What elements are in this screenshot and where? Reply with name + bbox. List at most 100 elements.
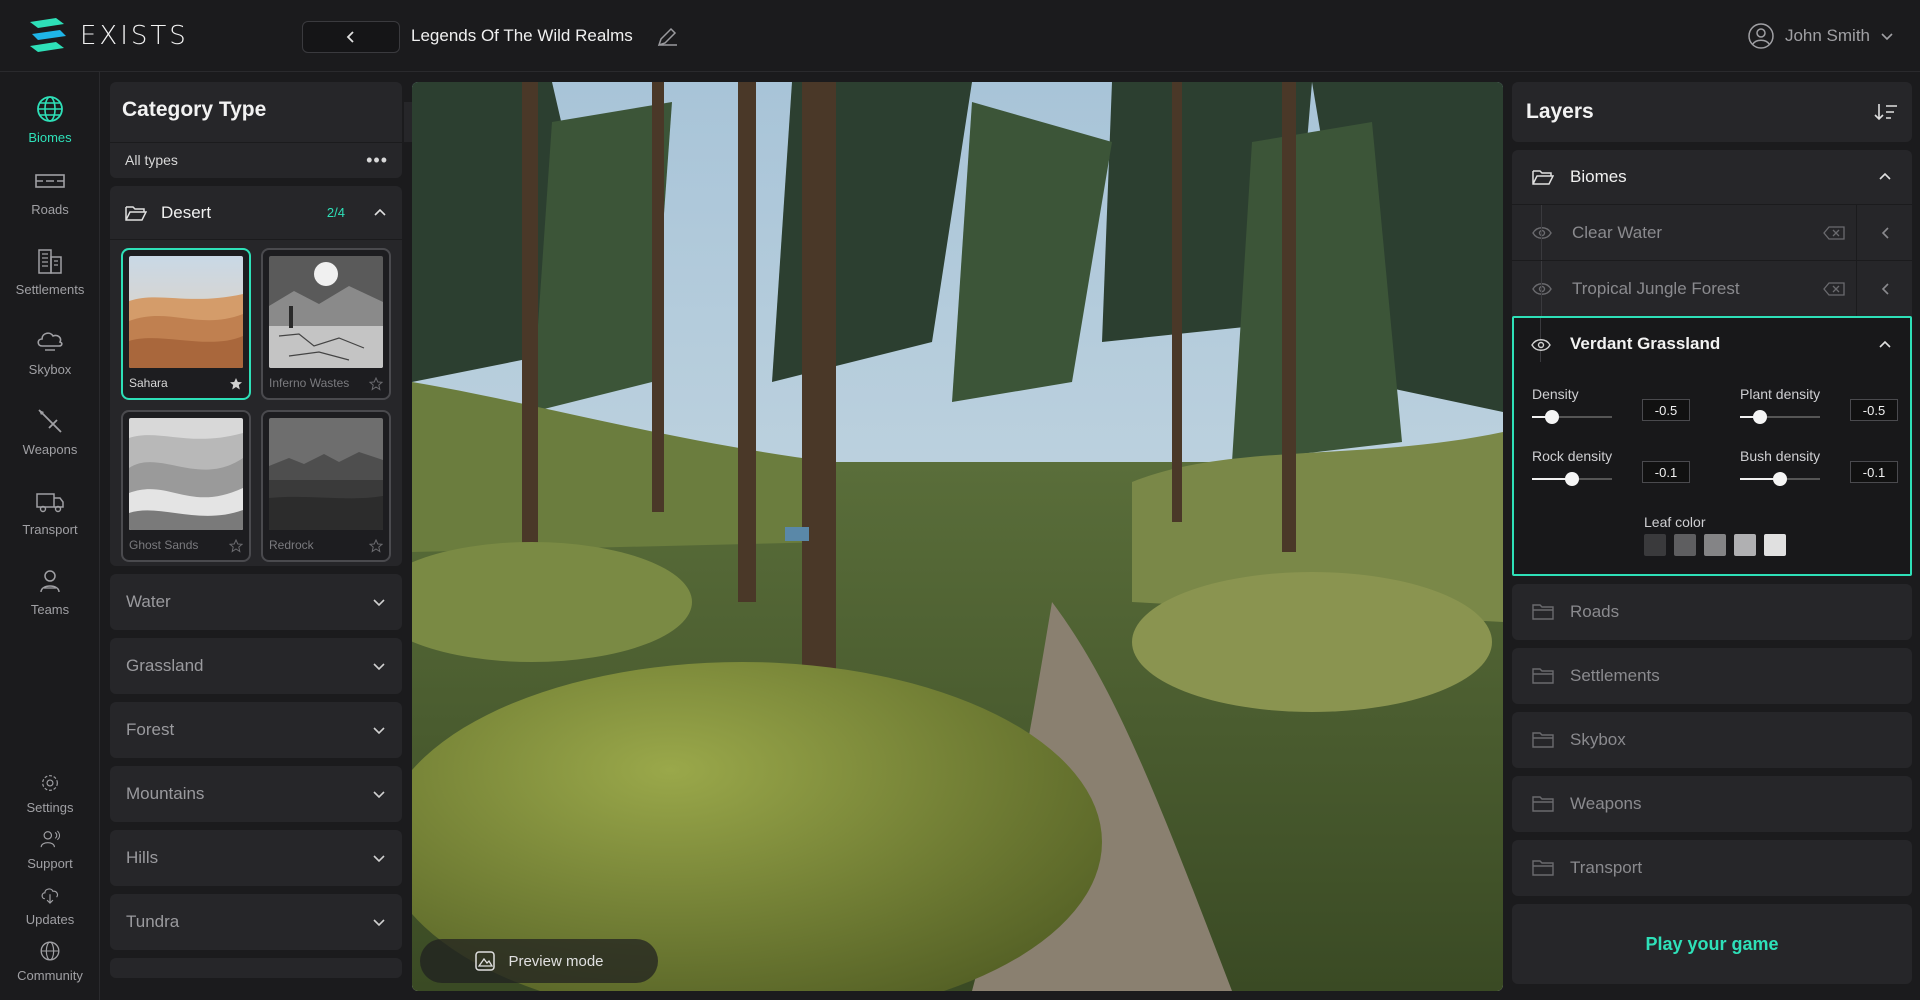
category-filter[interactable]: All types <box>125 152 178 168</box>
preview-mode-button[interactable]: Preview mode <box>420 939 658 983</box>
forest-scene-image <box>412 82 1503 991</box>
rail-label: Biomes <box>28 130 72 145</box>
rail-item-teams[interactable]: Teams <box>0 566 100 617</box>
logo-text: EXISTS <box>80 21 189 51</box>
rail-item-settings[interactable]: Settings <box>0 772 100 815</box>
delete-layer-button[interactable] <box>1812 225 1856 240</box>
rail-label: Community <box>17 968 83 983</box>
rail-label: Settings <box>26 800 74 815</box>
user-menu[interactable]: John Smith <box>1747 22 1894 50</box>
rail-item-updates[interactable]: Updates <box>0 884 100 927</box>
chevron-down-icon <box>373 855 385 863</box>
star-outline-icon[interactable] <box>369 377 383 391</box>
group-mountains[interactable]: Mountains <box>110 766 402 822</box>
chevron-left-icon <box>346 31 354 43</box>
star-filled-icon[interactable] <box>229 377 243 391</box>
eye-icon[interactable] <box>1531 338 1551 352</box>
sahara-thumbnail <box>129 256 243 368</box>
layer-section-roads[interactable]: Roads <box>1512 584 1912 640</box>
layer-row-tropical-jungle-forest[interactable]: Tropical Jungle Forest <box>1512 260 1912 317</box>
layer-section-skybox[interactable]: Skybox <box>1512 712 1912 768</box>
group-grassland[interactable]: Grassland <box>110 638 402 694</box>
pencil-icon[interactable] <box>655 25 679 49</box>
rail-item-transport[interactable]: Transport <box>0 486 100 537</box>
slider-knob[interactable] <box>1565 472 1579 486</box>
expand-layer-button[interactable] <box>1856 260 1912 317</box>
leaf-color-swatch[interactable] <box>1764 534 1786 556</box>
app-logo[interactable]: EXISTS <box>26 16 189 56</box>
slider-knob[interactable] <box>1545 410 1559 424</box>
expand-layer-button[interactable] <box>1856 204 1912 261</box>
leaf-color-swatch[interactable] <box>1704 534 1726 556</box>
layers-panel: Layers Biomes Clear Water Tropical Jungl… <box>1512 82 1912 984</box>
group-more-partial[interactable] <box>110 958 402 978</box>
star-outline-icon[interactable] <box>229 539 243 553</box>
scene-viewport[interactable]: Preview mode <box>412 82 1503 991</box>
rail-item-weapons[interactable]: Weapons <box>0 406 100 457</box>
visibility-toggle[interactable] <box>1512 282 1572 296</box>
group-water[interactable]: Water <box>110 574 402 630</box>
weapon-icon <box>38 409 62 433</box>
delete-layer-button[interactable] <box>1812 281 1856 296</box>
rail-item-skybox[interactable]: Skybox <box>0 326 100 377</box>
rail-item-biomes[interactable]: Biomes <box>0 94 100 145</box>
section-name: Weapons <box>1570 794 1642 813</box>
param-value-input[interactable]: -0.1 <box>1642 461 1690 483</box>
param-rock-density: Rock density -0.1 <box>1532 448 1692 486</box>
folder-icon <box>1532 732 1554 748</box>
rail-item-community[interactable]: Community <box>0 940 100 983</box>
logo-mark-icon <box>30 18 66 52</box>
biome-tile-ghost-sands[interactable]: Ghost Sands <box>121 410 251 562</box>
visibility-toggle[interactable] <box>1512 226 1572 240</box>
biome-tile-redrock[interactable]: Redrock <box>261 410 391 562</box>
left-nav-rail: Biomes Roads Settlements Skybox Weapons … <box>0 72 100 1000</box>
layer-section-weapons[interactable]: Weapons <box>1512 776 1912 832</box>
rail-item-support[interactable]: Support <box>0 828 100 871</box>
section-name: Transport <box>1570 858 1643 877</box>
leaf-color-swatch[interactable] <box>1734 534 1756 556</box>
chevron-down-icon <box>373 919 385 927</box>
more-options-button[interactable]: ••• <box>366 150 388 171</box>
rail-item-settlements[interactable]: Settlements <box>0 246 100 297</box>
folder-open-icon <box>1532 170 1554 185</box>
desert-group-header[interactable]: Desert 2/4 <box>110 186 402 240</box>
layer-section-settlements[interactable]: Settlements <box>1512 648 1912 704</box>
play-game-button[interactable]: Play your game <box>1512 904 1912 984</box>
slider-knob[interactable] <box>1773 472 1787 486</box>
section-name: Skybox <box>1570 730 1626 749</box>
biome-tile-inferno-wastes[interactable]: Inferno Wastes <box>261 248 391 400</box>
folder-icon <box>1532 796 1554 812</box>
chevron-down-icon <box>1881 33 1893 41</box>
tile-label: Ghost Sands <box>129 538 199 552</box>
group-label: Mountains <box>126 784 205 803</box>
sort-icon[interactable] <box>1874 102 1898 122</box>
group-count: 2/4 <box>326 205 345 220</box>
leaf-color-swatch[interactable] <box>1644 534 1666 556</box>
biomes-section-header[interactable]: Biomes <box>1512 150 1912 204</box>
tree-line <box>1541 205 1542 261</box>
biome-tile-sahara[interactable]: Sahara <box>121 248 251 400</box>
group-label: Water <box>126 592 171 611</box>
param-value-input[interactable]: -0.1 <box>1850 461 1898 483</box>
param-value-input[interactable]: -0.5 <box>1642 399 1690 421</box>
rail-item-roads[interactable]: Roads <box>0 166 100 217</box>
rail-label: Roads <box>31 202 69 217</box>
group-tundra[interactable]: Tundra <box>110 894 402 950</box>
group-forest[interactable]: Forest <box>110 702 402 758</box>
chevron-up-icon[interactable] <box>373 206 387 220</box>
layer-row-clear-water[interactable]: Clear Water <box>1512 204 1912 261</box>
rail-label: Support <box>27 856 73 871</box>
back-button[interactable] <box>302 21 400 53</box>
chevron-up-icon[interactable] <box>1878 338 1892 352</box>
inferno-wastes-thumbnail <box>269 256 383 368</box>
layer-section-transport[interactable]: Transport <box>1512 840 1912 896</box>
param-value-input[interactable]: -0.5 <box>1850 399 1898 421</box>
star-outline-icon[interactable] <box>369 539 383 553</box>
group-label: Forest <box>126 720 175 739</box>
group-hills[interactable]: Hills <box>110 830 402 886</box>
chevron-left-icon <box>1881 282 1889 295</box>
slider-knob[interactable] <box>1753 410 1767 424</box>
desert-group: Desert 2/4 Sahara Inferno Wastes Ghost S… <box>110 186 402 566</box>
param-plant-density: Plant density -0.5 <box>1740 386 1900 424</box>
leaf-color-swatch[interactable] <box>1674 534 1696 556</box>
